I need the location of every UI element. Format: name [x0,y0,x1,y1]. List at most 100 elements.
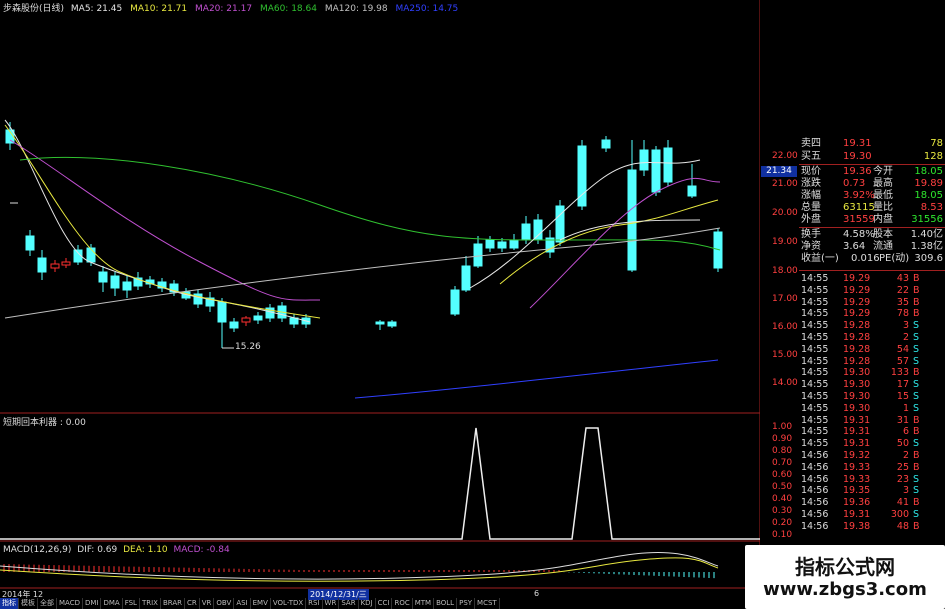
tab-kdj[interactable]: KDJ [359,598,376,609]
candle-body [461,265,471,291]
quote-row: 涨跌 0.73 最高 19.89 [801,178,943,189]
trade-side: S [913,343,920,355]
tab-dma[interactable]: DMA [101,598,123,609]
current-price-tag: 21.34 [761,166,797,177]
trade-time: 14:55 [801,426,829,438]
tab-mtm[interactable]: MTM [413,598,435,609]
tab-emv[interactable]: EMV [251,598,271,609]
trade-side: B [913,367,920,379]
axis-tick: 22.00 [772,151,798,161]
quote-row: 涨幅 3.92% 最低 18.05 [801,190,943,201]
ma250-label: MA250: 14.75 [395,4,459,14]
tab-asi[interactable]: ASI [234,598,251,609]
axis-tick: 20.00 [772,208,798,218]
tab-brar[interactable]: BRAR [161,598,185,609]
quote-row: 现价 19.36 今开 18.05 [801,166,943,177]
trade-price: 19.31 [843,438,871,450]
candlesticks [5,122,723,348]
trade-price: 19.36 [843,497,871,509]
trade-price: 19.28 [843,332,871,343]
tab-mcst[interactable]: MCST [475,598,500,609]
ma-legend: 步森股份(日线) MA5: 21.45 MA10: 21.71 MA20: 21… [3,1,463,14]
trade-side: B [913,450,920,461]
order-book-row[interactable]: 买五 19.30 128 [799,151,945,163]
axis-tick: 18.00 [772,266,798,276]
trade-time: 14:55 [801,367,829,379]
trade-side: S [913,332,920,343]
axis-tick: 0.40 [772,494,793,504]
trade-time: 14:55 [801,284,829,296]
trade-side: B [913,520,920,532]
trade-price: 19.30 [843,367,871,379]
tab-vr[interactable]: VR [200,598,215,609]
axis-tick: 21.00 [772,179,798,189]
trade-time: 14:56 [801,450,829,461]
axis-tick: 15.00 [772,350,798,360]
trade-volume: 6 [902,426,909,438]
candle-body [25,235,35,251]
moving-average-lines [4,119,721,399]
trade-time: 14:56 [801,461,829,473]
trade-volume: 57 [896,355,909,367]
trade-volume: 17 [896,379,909,391]
candle-body [663,147,673,183]
trade-row: 14:55 19.29 22 B [799,285,945,297]
tab-dmi[interactable]: DMI [83,598,102,609]
tab-wr[interactable]: WR [323,598,340,609]
trade-price: 19.31 [843,509,871,520]
trade-ticker-list[interactable]: 14:55 19.29 43 B 14:55 19.29 22 B 14:55 19.29 35 B 1… [799,270,945,547]
order-book-row[interactable]: 卖四 19.31 78 [799,138,945,150]
tab-obv[interactable]: OBV [214,598,235,609]
tab-cr[interactable]: CR [185,598,200,609]
trade-side: B [913,426,920,438]
tab-模板[interactable]: 模板 [19,598,38,609]
candle-body [627,169,637,271]
tab-全部[interactable]: 全部 [38,598,57,609]
candle-body [601,139,611,149]
trade-time: 14:55 [801,402,829,414]
trade-row: 14:55 19.31 6 B [799,426,945,438]
trade-price: 19.31 [843,426,871,438]
kline-chart[interactable] [0,0,760,600]
tab-roc[interactable]: ROC [392,598,413,609]
axis-tick: 1.00 [772,422,793,432]
tab-vol-tdx[interactable]: VOL-TDX [271,598,307,609]
trade-row: 14:56 19.38 48 B [799,521,945,533]
trade-row: 14:56 19.36 41 B [799,497,945,509]
macd-plot [0,552,719,582]
trade-volume: 23 [896,473,909,485]
trade-row: 14:56 19.33 23 S [799,474,945,486]
watermark-logo: 指标公式网 www.zbgs3.com [745,545,945,609]
tab-fsl[interactable]: FSL [123,598,140,609]
trade-side: B [913,284,920,296]
tab-boll[interactable]: BOLL [434,598,458,609]
tab-macd[interactable]: MACD [57,598,83,609]
candle-body [37,257,47,273]
ma120-label: MA120: 19.98 [324,4,388,14]
tab-指标[interactable]: 指标 [0,598,19,609]
ma10-label: MA10: 21.71 [130,4,188,14]
candle-body [98,271,108,283]
candle-body [387,321,397,327]
tab-trix[interactable]: TRIX [140,598,161,609]
quote-row: 收益(一) 0.016 PE(动) 309.6 [801,253,943,264]
tab-cci[interactable]: CCI [376,598,393,609]
trade-side: S [913,485,920,497]
trade-row: 14:55 19.28 54 S [799,344,945,356]
tab-psy[interactable]: PSY [457,598,476,609]
ma60-label: MA60: 18.64 [259,4,317,14]
macd-dea: DEA: 1.10 [123,545,168,555]
trade-volume: 2 [902,332,909,343]
candle-body [687,185,697,197]
tab-rsi[interactable]: RSI [306,598,323,609]
axis-tick: 0.50 [772,482,793,492]
trade-row: 14:56 19.33 25 B [799,462,945,474]
trade-side: B [913,308,920,320]
trade-time: 14:55 [801,320,829,332]
tab-sar[interactable]: SAR [339,598,359,609]
candle-body [61,261,71,266]
quote-row: 外盘 31559 内盘 31556 [801,214,943,225]
trade-row: 14:55 19.28 3 S [799,320,945,332]
trade-row: 14:55 19.30 17 S [799,379,945,391]
macd-legend: MACD(12,26,9) DIF: 0.69 DEA: 1.10 MACD: … [3,545,230,555]
